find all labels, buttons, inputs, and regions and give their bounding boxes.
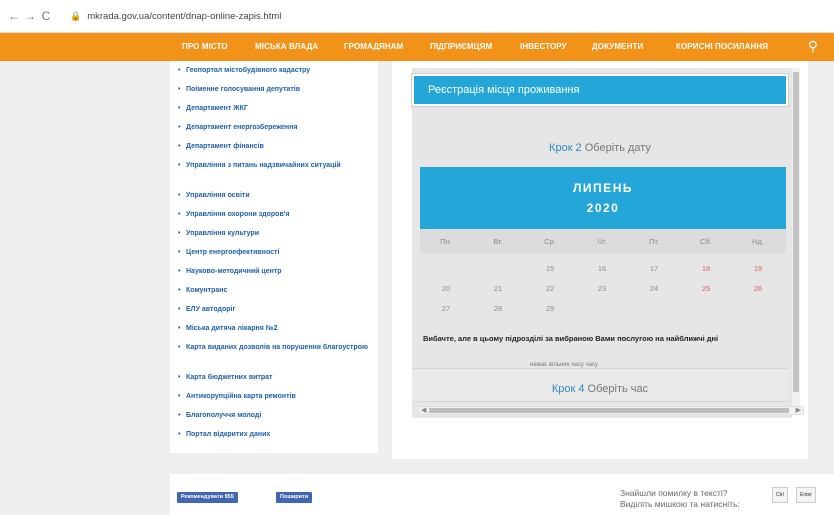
- sidebar-item-education[interactable]: • Управління освіти: [178, 191, 368, 200]
- scroll-right-icon[interactable]: ▶: [796, 406, 801, 414]
- forward-icon[interactable]: →: [22, 9, 38, 23]
- calendar-day[interactable]: 18: [680, 264, 732, 273]
- nav-useful-links[interactable]: КОРИСНІ ПОСИЛАННЯ: [676, 42, 768, 51]
- step4-label: Оберіть час: [584, 383, 649, 395]
- calendar-year: 2020: [586, 201, 620, 215]
- sidebar-item-voting[interactable]: • Поіменне голосування депутатів: [178, 85, 368, 94]
- nav-about-city[interactable]: ПРО МІСТО: [182, 42, 228, 51]
- browser-toolbar: ← → C 🔒 mkrada.gov.ua/content/dnap-onlin…: [0, 0, 834, 33]
- vertical-scrollbar[interactable]: [792, 68, 800, 408]
- enter-key: Enter: [796, 487, 816, 503]
- sidebar-item-emergency[interactable]: • Управління з питань надзвичайних ситуац…: [178, 161, 368, 170]
- sidebar-links: • Геопортал містобудівного кадастру • Поім…: [170, 61, 378, 453]
- calendar-day[interactable]: 21: [472, 284, 524, 293]
- sidebar-item-efficiency[interactable]: • Центр енергоефективності: [178, 248, 368, 257]
- nav-documents[interactable]: ДОКУМЕНТИ: [592, 42, 643, 51]
- calendar-day[interactable]: 26: [732, 284, 784, 293]
- sidebar-item-permits-map[interactable]: • Карта виданих дозволів на порушення бла…: [178, 343, 368, 352]
- nav-investor[interactable]: ІНВЕСТОРУ: [520, 42, 567, 51]
- calendar-day[interactable]: 23: [576, 284, 628, 293]
- typo-hint-line1: Знайшли помилку в тексті?: [620, 488, 728, 498]
- weekday-label: Вт.: [493, 237, 503, 246]
- sidebar-item-roads[interactable]: • ЕЛУ автодоріг: [178, 305, 368, 314]
- sidebar-item-youth[interactable]: • Благополуччя молоді: [178, 411, 368, 420]
- sidebar-item-geoportal[interactable]: • Геопортал містобудівного кадастру: [178, 66, 368, 75]
- horizontal-scroll-thumb[interactable]: [429, 408, 789, 413]
- sidebar-item-culture[interactable]: • Управління культури: [178, 229, 368, 238]
- weekday-label: Сб.: [700, 237, 712, 246]
- step2-number: Крок 2: [549, 142, 582, 154]
- sidebar-item-transport[interactable]: • Комунтранс: [178, 286, 368, 295]
- calendar-day[interactable]: 27: [420, 304, 472, 313]
- vertical-scroll-thumb[interactable]: [793, 72, 799, 392]
- calendar-weekdays: Пн. Вт. Ср. Чт. Пт. Сб. Нд.: [420, 229, 786, 253]
- service-title: Реєстрація місця проживання: [428, 84, 580, 96]
- calendar-header: ЛИПЕНЬ 2020: [420, 167, 786, 229]
- sidebar-item-finance[interactable]: • Департамент фінансів: [178, 142, 368, 151]
- step2-heading: Крок 2 Оберіть дату: [412, 142, 788, 154]
- url-text: mkrada.gov.ua/content/dnap-online-zapis.…: [87, 10, 282, 22]
- horizontal-scrollbar[interactable]: ◀ ▶: [418, 406, 804, 415]
- search-icon[interactable]: ⚲: [808, 38, 818, 55]
- calendar-day[interactable]: 17: [628, 264, 680, 273]
- weekday-label: Чт.: [597, 237, 607, 246]
- step4-heading: Крок 4 Оберіть час: [412, 368, 788, 402]
- calendar-day[interactable]: 20: [420, 284, 472, 293]
- address-bar[interactable]: 🔒 mkrada.gov.ua/content/dnap-online-zapi…: [64, 6, 830, 26]
- ctrl-key: Ctrl: [772, 487, 788, 503]
- sidebar-item-budget-map[interactable]: • Карта бюджетних витрат: [178, 373, 368, 382]
- step4-number: Крок 4: [551, 383, 585, 395]
- step2-label: Оберіть дату: [581, 142, 651, 154]
- share-button[interactable]: Поширити: [276, 492, 313, 503]
- nav-citizens[interactable]: ГРОМАДЯНАМ: [344, 42, 403, 51]
- calendar-day[interactable]: 16: [576, 264, 628, 273]
- scroll-left-icon[interactable]: ◀: [421, 406, 426, 414]
- sidebar-item-open-data[interactable]: • Портал відкритих даних: [178, 430, 368, 439]
- calendar-day[interactable]: 15: [524, 264, 576, 273]
- sidebar-item-repairs-map[interactable]: • Антикорупційна карта ремонтів: [178, 392, 368, 401]
- lock-icon: 🔒: [70, 10, 82, 21]
- recommend-button[interactable]: Рекомендувати 955: [177, 492, 238, 503]
- calendar-day[interactable]: 29: [524, 304, 576, 313]
- service-title-bar: Реєстрація місця проживання: [411, 73, 789, 107]
- sidebar-item-methodical[interactable]: • Науково-методичний центр: [178, 267, 368, 276]
- nav-city-authority[interactable]: МІСЬКА ВЛАДА: [255, 42, 318, 51]
- weekday-label: Ср.: [544, 237, 556, 246]
- nav-entrepreneurs[interactable]: ПІДПРИЄМЦЯМ: [430, 42, 492, 51]
- calendar-day[interactable]: 24: [628, 284, 680, 293]
- sidebar-item-health[interactable]: • Управління охорони здоров'я: [178, 210, 368, 219]
- sidebar-item-housing[interactable]: • Департамент ЖКГ: [178, 104, 368, 113]
- calendar-day[interactable]: 19: [732, 264, 784, 273]
- calendar-month: ЛИПЕНЬ: [573, 181, 633, 195]
- main-navigation: ПРО МІСТО МІСЬКА ВЛАДА ГРОМАДЯНАМ ПІДПРИ…: [0, 33, 834, 61]
- weekday-label: Пн.: [440, 237, 452, 246]
- calendar-day[interactable]: 28: [472, 304, 524, 313]
- typo-hint-line2: Виділіть мишкою та натисніть:: [620, 499, 740, 509]
- typo-report-hint: Знайшли помилку в тексті? Виділіть мишко…: [620, 488, 740, 510]
- sidebar-item-energy[interactable]: • Департамент енергозбереження: [178, 123, 368, 132]
- weekday-label: Нд.: [752, 237, 764, 246]
- reload-icon[interactable]: C: [38, 9, 54, 23]
- sidebar-item-hospital[interactable]: • Міська дитяча лікарня №2: [178, 324, 368, 333]
- no-slots-message: Вибачте, але в цьому підрозділі за вибра…: [423, 334, 719, 343]
- weekday-label: Пт.: [648, 237, 660, 246]
- back-icon[interactable]: ←: [6, 9, 22, 23]
- calendar-days: 15 16 17 18 19 20 21 22 23 24 25 26 27 2…: [420, 253, 786, 317]
- calendar-day[interactable]: 25: [680, 284, 732, 293]
- calendar-day[interactable]: 22: [524, 284, 576, 293]
